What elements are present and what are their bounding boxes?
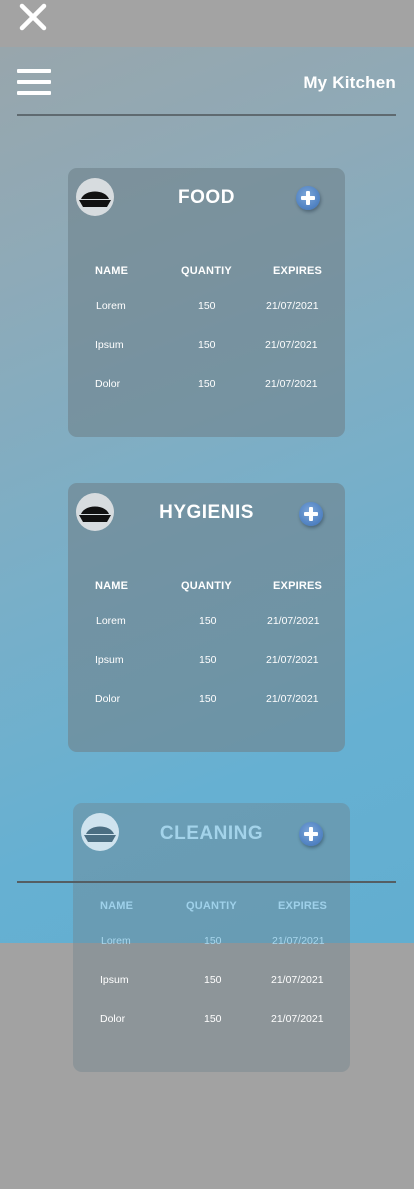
row-expires: 21/07/2021 (265, 378, 318, 390)
row-quantity: 150 (199, 654, 217, 666)
plus-icon[interactable] (299, 822, 323, 846)
row-quantity: 150 (198, 378, 216, 390)
row-expires: 21/07/2021 (267, 615, 320, 627)
category-card-food: FOOD NAME QUANTIY EXPIRES Lorem 150 21/0… (68, 168, 345, 437)
page-title: My Kitchen (303, 73, 396, 92)
plus-icon[interactable] (299, 502, 323, 526)
row-name: Ipsum (95, 339, 124, 351)
close-icon[interactable] (18, 2, 48, 32)
column-header-quantity: QUANTIY (181, 265, 232, 277)
hamburger-menu-icon[interactable] (17, 69, 51, 95)
row-quantity: 150 (204, 1013, 222, 1025)
row-expires: 21/07/2021 (266, 654, 319, 666)
row-quantity: 150 (204, 935, 222, 947)
plus-icon[interactable] (296, 186, 320, 210)
row-expires: 21/07/2021 (266, 693, 319, 705)
row-expires: 21/07/2021 (266, 300, 319, 312)
row-expires: 21/07/2021 (272, 935, 325, 947)
row-expires: 21/07/2021 (271, 1013, 324, 1025)
row-name: Dolor (95, 693, 121, 705)
row-quantity: 150 (204, 974, 222, 986)
column-header-expires: EXPIRES (278, 900, 328, 912)
category-card-hygiene: HYGIENIS NAME QUANTIY EXPIRES Lorem 150 … (68, 483, 345, 752)
row-quantity: 150 (198, 339, 216, 351)
row-quantity: 150 (199, 693, 217, 705)
column-header-name: NAME (95, 580, 129, 592)
row-name: Lorem (96, 300, 126, 312)
column-header-quantity: QUANTIY (181, 580, 232, 592)
top-bar (0, 0, 414, 47)
column-header-expires: EXPIRES (273, 580, 323, 592)
column-header-expires: EXPIRES (273, 265, 323, 277)
row-name: Lorem (96, 615, 126, 627)
bottom-divider (17, 881, 396, 883)
header-divider (17, 114, 396, 116)
column-header-name: NAME (100, 900, 134, 912)
column-header-name: NAME (95, 265, 129, 277)
row-expires: 21/07/2021 (265, 339, 318, 351)
row-name: Dolor (95, 378, 121, 390)
category-card-cleaning: CLEANING NAME QUANTIY EXPIRES Lorem 150 … (73, 803, 350, 1072)
row-expires: 21/07/2021 (271, 974, 324, 986)
row-name: Ipsum (100, 974, 129, 986)
column-header-quantity: QUANTIY (186, 900, 237, 912)
row-quantity: 150 (199, 615, 217, 627)
row-name: Ipsum (95, 654, 124, 666)
row-quantity: 150 (198, 300, 216, 312)
row-name: Lorem (101, 935, 131, 947)
row-name: Dolor (100, 1013, 126, 1025)
